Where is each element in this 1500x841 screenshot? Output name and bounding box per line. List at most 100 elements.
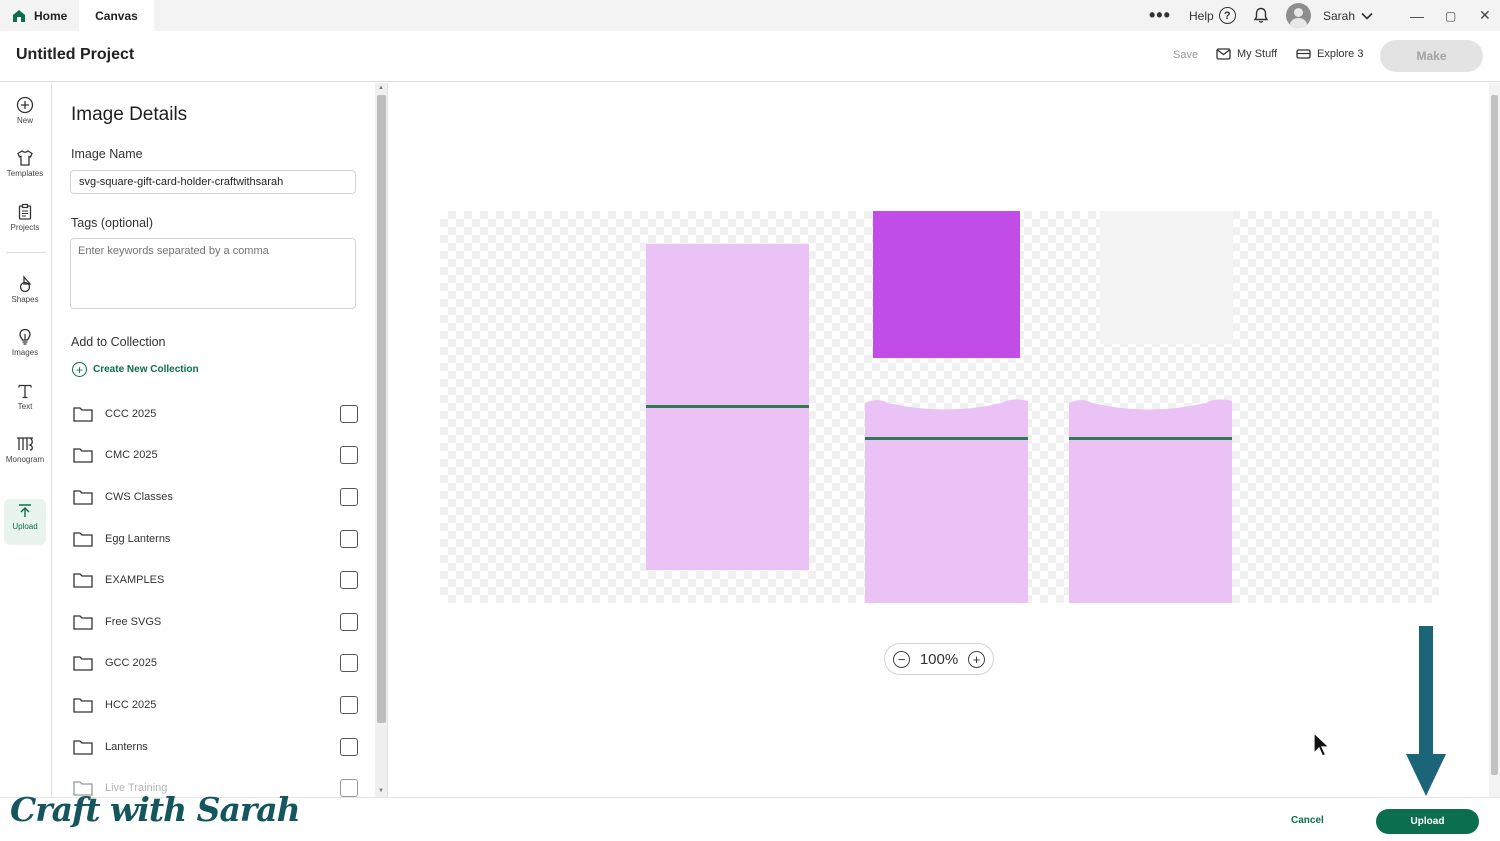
canvas-scroll-thumb[interactable]	[1491, 95, 1498, 775]
save-button[interactable]: Save	[1173, 49, 1198, 61]
toolbar-templates-label: Templates	[6, 169, 44, 178]
toolbar-images-label: Images	[11, 348, 39, 357]
collection-name: CWS Classes	[105, 491, 173, 503]
tab-home[interactable]: Home	[0, 0, 78, 31]
transparency-grid	[440, 211, 1439, 603]
collection-row[interactable]: EXAMPLES	[73, 568, 358, 592]
collection-name: Egg Lanterns	[105, 533, 171, 545]
folder-icon	[73, 740, 93, 755]
create-new-collection-button[interactable]: + Create New Collection	[72, 362, 199, 377]
collection-checkbox[interactable]	[340, 530, 358, 548]
help-icon: ?	[1218, 7, 1236, 24]
toolbar-upload[interactable]: Upload	[4, 499, 46, 545]
collection-checkbox[interactable]	[340, 654, 358, 672]
scroll-down-arrow[interactable]: ▼	[378, 788, 384, 794]
collection-row[interactable]: CCC 2025	[73, 402, 358, 426]
collection-checkbox[interactable]	[340, 488, 358, 506]
toolbar-templates[interactable]: Templates	[4, 146, 46, 190]
minimize-button[interactable]: —	[1410, 0, 1424, 31]
toolbar-projects[interactable]: Projects	[4, 200, 46, 244]
machine-selector[interactable]: Explore 3	[1296, 48, 1363, 60]
toolbar-shapes-label: Shapes	[11, 295, 39, 304]
text-icon	[18, 384, 32, 399]
bell-icon-graphic	[1253, 7, 1269, 23]
collection-checkbox[interactable]	[340, 738, 358, 756]
fold-line	[865, 437, 1028, 440]
image-name-input[interactable]	[70, 170, 356, 194]
tab-canvas-label: Canvas	[95, 8, 138, 23]
upload-button[interactable]: Upload	[1376, 809, 1479, 834]
zoom-level: 100%	[919, 650, 959, 668]
folder-icon	[73, 615, 93, 630]
panel-scroll-thumb[interactable]	[377, 95, 386, 723]
folder-icon	[73, 490, 93, 505]
make-button[interactable]: Make	[1380, 40, 1483, 72]
collection-row[interactable]: Free SVGS	[73, 610, 358, 634]
collection-checkbox[interactable]	[340, 696, 358, 714]
toolbar-monogram[interactable]: Monogram	[4, 432, 46, 476]
machine-label: Explore 3	[1317, 48, 1364, 60]
folder-icon	[73, 407, 93, 422]
create-new-collection-label: Create New Collection	[93, 364, 199, 375]
footer-bar: Craft with Sarah Cancel Upload	[0, 790, 1500, 841]
annotation-arrow-icon	[1406, 626, 1446, 796]
collection-row[interactable]: HCC 2025	[73, 693, 358, 717]
plus-circle-icon: +	[72, 362, 87, 377]
project-header: Untitled Project Save My Stuff Explore 3…	[0, 31, 1500, 82]
scroll-up-arrow[interactable]: ▲	[378, 85, 384, 91]
canvas-area: − 100% +	[389, 83, 1500, 797]
my-stuff-label: My Stuff	[1237, 48, 1278, 60]
help-button[interactable]: Help ?	[1189, 0, 1236, 31]
folder-icon	[73, 698, 93, 713]
my-stuff-button[interactable]: My Stuff	[1216, 48, 1277, 60]
bell-icon[interactable]	[1253, 0, 1269, 31]
tab-canvas[interactable]: Canvas	[79, 0, 154, 31]
collection-checkbox[interactable]	[340, 571, 358, 589]
toolbar-new-label: New	[16, 116, 33, 125]
upload-icon	[19, 504, 31, 517]
toolbar-new[interactable]: New	[4, 93, 46, 137]
collection-row[interactable]: GCC 2025	[73, 651, 358, 675]
toolbar-monogram-label: Monogram	[5, 455, 45, 464]
more-options-icon[interactable]: •••	[1149, 0, 1170, 31]
zoom-in-button[interactable]: +	[968, 650, 985, 668]
user-name: Sarah	[1323, 8, 1356, 23]
collection-checkbox[interactable]	[340, 446, 358, 464]
collection-name: CCC 2025	[105, 408, 157, 420]
toolbar-divider	[6, 252, 46, 253]
collection-row[interactable]: CWS Classes	[73, 485, 358, 509]
close-window-button[interactable]: ✕	[1479, 0, 1491, 31]
collection-row[interactable]: Egg Lanterns	[73, 527, 358, 551]
zoom-out-button[interactable]: −	[893, 650, 910, 668]
shapes-icon	[19, 275, 32, 293]
tags-input[interactable]	[70, 238, 356, 309]
collection-checkbox[interactable]	[340, 613, 358, 631]
project-title: Untitled Project	[16, 46, 135, 63]
canvas-scrollbar[interactable]	[1489, 83, 1500, 797]
help-label: Help	[1189, 8, 1214, 23]
collection-name: Lanterns	[105, 741, 148, 753]
maximize-button[interactable]: ▢	[1445, 0, 1456, 31]
left-toolbar: New Templates Projects Shapes Images Tex…	[0, 83, 52, 841]
user-menu[interactable]: Sarah	[1286, 0, 1373, 31]
machine-icon	[1296, 49, 1311, 59]
plus-circle-icon	[16, 96, 34, 114]
toolbar-images[interactable]: Images	[4, 325, 46, 369]
collection-name: GCC 2025	[105, 657, 157, 669]
tags-label: Tags (optional)	[71, 216, 153, 230]
shirt-icon	[17, 150, 33, 166]
panel-scrollbar[interactable]: ▲ ▼	[375, 83, 388, 797]
cancel-button[interactable]: Cancel	[1291, 815, 1324, 826]
toolbar-shapes[interactable]: Shapes	[4, 272, 46, 316]
folder-icon	[73, 532, 93, 547]
chevron-down-icon	[1361, 12, 1373, 20]
monogram-icon	[17, 437, 33, 451]
collection-checkbox[interactable]	[340, 405, 358, 423]
craft-with-sarah-logo: Craft with Sarah	[10, 790, 301, 829]
toolbar-text[interactable]: Text	[4, 379, 46, 423]
image-details-panel: Image Details Image Name Tags (optional)…	[53, 83, 375, 797]
collection-row[interactable]: CMC 2025	[73, 443, 358, 467]
collection-row[interactable]: Lanterns	[73, 735, 358, 759]
folder-icon	[73, 573, 93, 588]
collection-checkbox[interactable]	[340, 779, 358, 797]
